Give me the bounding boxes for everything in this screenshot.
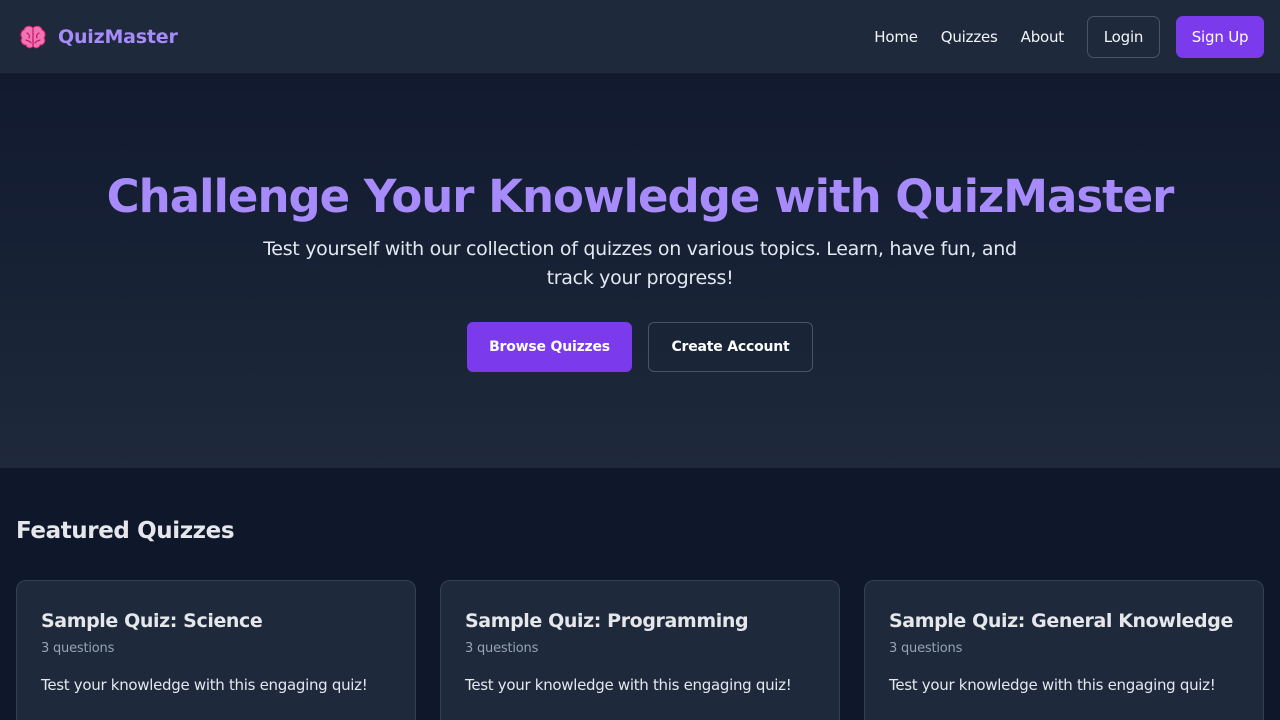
signup-button[interactable]: Sign Up (1176, 15, 1264, 58)
hero-section: Challenge Your Knowledge with QuizMaster… (0, 75, 1280, 468)
quiz-card-title: Sample Quiz: General Knowledge (889, 610, 1233, 632)
quiz-card-description: Test your knowledge with this engaging q… (889, 676, 1216, 694)
nav-home-link[interactable]: Home (874, 28, 918, 46)
top-navbar: QuizMaster Home Quizzes About Login Sign… (0, 0, 1280, 74)
create-account-button[interactable]: Create Account (648, 322, 813, 372)
quiz-card-count: 3 questions (889, 641, 963, 656)
login-button[interactable]: Login (1087, 15, 1160, 58)
main-nav: Home Quizzes About Login Sign Up (874, 15, 1264, 58)
quiz-card-science[interactable]: Sample Quiz: Science 3 questions Test yo… (16, 580, 416, 720)
brand[interactable]: QuizMaster (18, 22, 178, 52)
hero-subtitle: Test yourself with our collection of qui… (263, 238, 1017, 289)
brain-icon (20, 25, 46, 48)
quiz-card-programming[interactable]: Sample Quiz: Programming 3 questions Tes… (440, 580, 840, 720)
featured-quiz-list: Sample Quiz: Science 3 questions Test yo… (16, 580, 1264, 720)
quiz-card-general-knowledge[interactable]: Sample Quiz: General Knowledge 3 questio… (864, 580, 1264, 720)
browse-quizzes-button[interactable]: Browse Quizzes (467, 322, 632, 372)
hero-actions: Browse Quizzes Create Account (0, 322, 1280, 372)
quiz-card-title: Sample Quiz: Science (41, 610, 263, 632)
quiz-card-description: Test your knowledge with this engaging q… (41, 676, 368, 694)
hero-title: Challenge Your Knowledge with QuizMaster (106, 170, 1175, 223)
nav-about-link[interactable]: About (1021, 28, 1065, 46)
brand-name: QuizMaster (58, 25, 178, 48)
featured-heading: Featured Quizzes (16, 518, 235, 544)
quiz-card-count: 3 questions (41, 641, 115, 656)
quiz-card-count: 3 questions (465, 641, 539, 656)
nav-quizzes-link[interactable]: Quizzes (941, 28, 998, 46)
quiz-card-title: Sample Quiz: Programming (465, 610, 749, 632)
quiz-card-description: Test your knowledge with this engaging q… (465, 676, 792, 694)
